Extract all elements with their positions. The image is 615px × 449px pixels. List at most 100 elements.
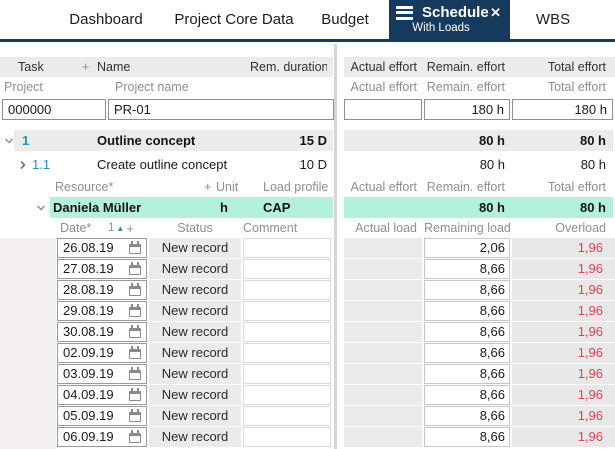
status-cell[interactable]: New record <box>149 301 241 321</box>
status-cell[interactable]: New record <box>149 238 241 258</box>
status-cell[interactable]: New record <box>149 322 241 342</box>
remaining-load-field[interactable]: 8,66 <box>424 280 510 300</box>
remaining-load-field[interactable]: 8,66 <box>424 427 510 447</box>
col-header-overload[interactable]: Overload <box>512 220 613 237</box>
comment-field[interactable] <box>243 238 331 258</box>
col-header-remain-effort[interactable]: Remain. effort <box>424 57 510 77</box>
overload-cell: 1,96 <box>512 427 615 447</box>
date-field[interactable]: 29.08.19 <box>57 301 147 321</box>
actual-load-cell <box>344 322 422 342</box>
close-tab-icon[interactable]: ✕ <box>490 5 501 21</box>
status-cell[interactable]: New record <box>149 427 241 447</box>
comment-field[interactable] <box>243 343 331 363</box>
task-row-1[interactable]: 1 Outline concept 15 D 80 h 80 h <box>0 130 615 151</box>
date-field[interactable]: 30.08.19 <box>57 322 147 342</box>
comment-field[interactable] <box>243 406 331 426</box>
calendar-icon[interactable] <box>129 304 141 317</box>
col-header-remaining-load[interactable]: Remaining load <box>424 220 510 237</box>
load-row: 27.08.19 New record 8,66 1,96 <box>0 259 615 279</box>
chevron-right-icon[interactable] <box>18 154 28 175</box>
date-field[interactable]: 06.09.19 <box>57 427 147 447</box>
comment-field[interactable] <box>243 364 331 384</box>
calendar-icon[interactable] <box>129 367 141 380</box>
col-header-load-profile[interactable]: Load profile <box>263 178 328 196</box>
comment-field[interactable] <box>243 280 331 300</box>
date-field[interactable]: 03.09.19 <box>57 364 147 384</box>
resource-load-profile: CAP <box>263 200 291 215</box>
calendar-icon[interactable] <box>129 430 141 443</box>
comment-field[interactable] <box>243 427 331 447</box>
status-cell[interactable]: New record <box>149 343 241 363</box>
remaining-load-field[interactable]: 8,66 <box>424 322 510 342</box>
col-header-actual-effort[interactable]: Actual effort <box>344 57 422 77</box>
add-column-icon[interactable]: + <box>82 57 89 77</box>
calendar-icon[interactable] <box>129 388 141 401</box>
comment-field[interactable] <box>243 259 331 279</box>
sort-indicator[interactable]: 1 ▲ + <box>108 220 134 237</box>
calendar-icon[interactable] <box>129 346 141 359</box>
add-column-icon[interactable]: + <box>204 178 212 196</box>
task-name[interactable]: Create outline concept <box>97 154 227 175</box>
status-cell[interactable]: New record <box>149 385 241 405</box>
task-row-1-1[interactable]: 1.1 Create outline concept 10 D 80 h 80 … <box>0 154 615 175</box>
add-column-icon[interactable]: + <box>126 220 134 237</box>
date-field[interactable]: 28.08.19 <box>57 280 147 300</box>
tab-schedule[interactable]: Schedule ✕ With Loads <box>389 0 510 39</box>
col-header-name[interactable]: Name <box>97 57 130 77</box>
col-header-task[interactable]: Task <box>18 57 44 77</box>
status-cell[interactable]: New record <box>149 406 241 426</box>
date-field[interactable]: 04.09.19 <box>57 385 147 405</box>
col-header-total-effort[interactable]: Total effort <box>512 57 613 77</box>
calendar-icon[interactable] <box>129 325 141 338</box>
col-header-status[interactable]: Status <box>149 220 241 237</box>
col-header-date[interactable]: Date* <box>60 220 91 237</box>
date-field[interactable]: 26.08.19 <box>57 238 147 258</box>
col-header-unit[interactable]: Unit <box>216 178 238 196</box>
date-field[interactable]: 27.08.19 <box>57 259 147 279</box>
status-cell[interactable]: New record <box>149 259 241 279</box>
resource-row-daniela-mueller[interactable]: Daniela Müller h CAP 80 h 80 h <box>0 197 615 218</box>
remaining-load-field[interactable]: 8,66 <box>424 301 510 321</box>
calendar-icon[interactable] <box>129 409 141 422</box>
remaining-load-field[interactable]: 8,66 <box>424 364 510 384</box>
remaining-load-field[interactable]: 8,66 <box>424 406 510 426</box>
load-rows: 26.08.19 New record 2,06 1,96 27.08.19 N… <box>0 238 615 448</box>
project-actual-effort-field[interactable] <box>344 99 422 120</box>
comment-field[interactable] <box>243 301 331 321</box>
project-remain-effort-field[interactable]: 180 h <box>424 99 510 120</box>
remaining-load-field[interactable]: 8,66 <box>424 385 510 405</box>
calendar-icon[interactable] <box>129 262 141 275</box>
project-name-field[interactable]: PR-01 <box>108 99 334 120</box>
tab-wbs[interactable]: WBS <box>510 0 596 39</box>
tab-dashboard[interactable]: Dashboard <box>36 0 176 39</box>
hamburger-menu-icon[interactable] <box>396 3 413 22</box>
date-field[interactable]: 02.09.19 <box>57 343 147 363</box>
chevron-down-icon[interactable] <box>36 197 46 218</box>
status-cell[interactable]: New record <box>149 280 241 300</box>
task-total-effort: 80 h <box>580 157 606 172</box>
col-header-resource[interactable]: Resource* <box>55 178 113 196</box>
col-header-project-remain-effort: Remain. effort <box>426 80 505 94</box>
remaining-load-field[interactable]: 8,66 <box>424 343 510 363</box>
col-header-rem-duration[interactable]: Rem. duration <box>250 57 327 77</box>
comment-field[interactable] <box>243 385 331 405</box>
calendar-icon[interactable] <box>129 283 141 296</box>
col-header-project: Project <box>4 80 43 94</box>
project-id-field[interactable]: 000000 <box>2 99 106 120</box>
remaining-load-field[interactable]: 8,66 <box>424 259 510 279</box>
date-value: 30.08.19 <box>63 324 114 339</box>
task-name[interactable]: Outline concept <box>97 130 195 151</box>
date-field[interactable]: 05.09.19 <box>57 406 147 426</box>
task-number[interactable]: 1 <box>22 130 29 151</box>
remaining-load-field[interactable]: 2,06 <box>424 238 510 258</box>
comment-field[interactable] <box>243 322 331 342</box>
col-header-comment[interactable]: Comment <box>243 220 297 237</box>
project-total-effort-field[interactable]: 180 h <box>512 99 613 120</box>
resource-name[interactable]: Daniela Müller <box>53 197 141 218</box>
task-number[interactable]: 1.1 <box>32 154 50 175</box>
chevron-down-icon[interactable] <box>4 130 14 151</box>
tabbar-underline <box>0 39 615 42</box>
status-cell[interactable]: New record <box>149 364 241 384</box>
col-header-actual-load[interactable]: Actual load <box>344 220 422 237</box>
calendar-icon[interactable] <box>129 241 141 254</box>
